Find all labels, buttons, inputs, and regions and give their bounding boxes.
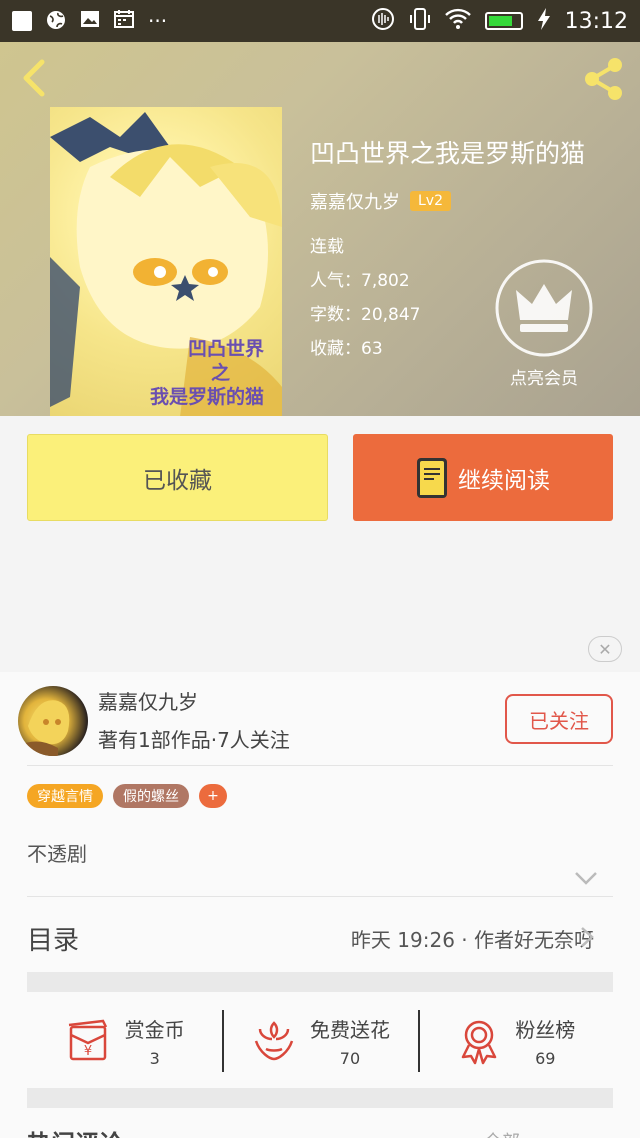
clock: 13:12 (564, 8, 628, 34)
continue-reading-button[interactable]: 继续阅读 (353, 434, 613, 521)
status-bar: ··· 13:12 (0, 0, 640, 42)
chevron-right-icon[interactable] (580, 926, 594, 948)
vip-button[interactable] (494, 258, 594, 358)
author-section: 嘉嘉仅九岁 著有1部作品·7人关注 已关注 穿越言情 假的螺丝 + 不透剧 目录… (0, 672, 640, 1138)
back-button[interactable] (16, 56, 56, 100)
author-name[interactable]: 嘉嘉仅九岁 (310, 188, 400, 214)
section-separator (27, 1088, 613, 1108)
medal-icon (462, 1020, 497, 1065)
back-arrow-icon (23, 59, 45, 97)
fan-ranking-button[interactable]: 粉丝榜 69 (417, 994, 613, 1088)
book-summary: 不透剧 (27, 842, 87, 866)
notification-icon (12, 11, 32, 31)
phone-vibrate-icon (409, 7, 431, 35)
divider (27, 896, 613, 897)
author-card-meta: 著有1部作品·7人关注 (98, 728, 290, 752)
book-icon (417, 457, 447, 498)
share-icon (585, 58, 622, 100)
wifi-icon (444, 8, 471, 34)
author-card-name[interactable]: 嘉嘉仅九岁 (98, 686, 198, 715)
tag[interactable]: 假的螺丝 (113, 784, 189, 808)
calendar-icon (114, 9, 134, 33)
vip-label: 点亮会员 (510, 369, 578, 389)
divider (27, 765, 613, 766)
book-cover[interactable]: 凹凸世界 之 我是罗斯的猫 (50, 107, 282, 416)
favorited-button[interactable]: 已收藏 (27, 434, 328, 521)
hot-comments-title: 热门评论 (27, 1124, 123, 1138)
catalog-title[interactable]: 目录 (27, 920, 79, 957)
book-title: 凹凸世界之我是罗斯的猫 (310, 139, 586, 168)
flower-icon (254, 1021, 294, 1061)
stat-label: 粉丝榜 (515, 1018, 576, 1042)
stat-label: 免费送花 (309, 1018, 390, 1042)
more-icon: ··· (148, 9, 168, 33)
tag-list: 穿越言情 假的螺丝 + (27, 784, 227, 808)
send-flowers-button[interactable]: 免费送花 70 (222, 994, 417, 1088)
all-comments-link[interactable]: 全部 (484, 1128, 520, 1138)
reward-coins-button[interactable]: ¥ 赏金币 3 (27, 994, 222, 1088)
avatar[interactable] (18, 686, 88, 756)
author-row: 嘉嘉仅九岁 Lv2 (310, 188, 451, 214)
chevron-down-icon[interactable] (574, 870, 598, 886)
latest-update[interactable]: 昨天 19:26 · 作者好无奈呀 (351, 924, 594, 953)
cover-title: 凹凸世界 之 我是罗斯的猫 (149, 338, 264, 408)
continue-reading-label: 继续阅读 (458, 467, 550, 494)
stat-value: 69 (535, 1049, 556, 1068)
stat-value: 3 (149, 1049, 160, 1068)
red-envelope-icon: ¥ (68, 1019, 107, 1061)
crown-icon (495, 259, 593, 357)
add-tag-button[interactable]: + (199, 784, 227, 808)
level-badge: Lv2 (410, 191, 451, 211)
book-header: 凹凸世界 之 我是罗斯的猫 凹凸世界之我是罗斯的猫 嘉嘉仅九岁 Lv2 连载 人… (0, 42, 640, 416)
avatar-image (18, 700, 70, 756)
follow-button[interactable]: 已关注 (505, 694, 613, 744)
stat-label: 赏金币 (124, 1018, 185, 1042)
popularity: 人气：7,802 (310, 271, 410, 291)
close-ad-button[interactable]: ✕ (588, 636, 622, 662)
section-separator (27, 972, 613, 992)
favorite-count: 收藏：63 (310, 339, 383, 359)
battery-icon (484, 12, 523, 30)
share-button[interactable] (578, 54, 628, 104)
svg-text:¥: ¥ (84, 1044, 92, 1059)
stat-value: 70 (339, 1049, 361, 1068)
serial-status: 连载 (310, 237, 344, 257)
globe-icon (46, 10, 66, 33)
charging-icon (537, 8, 551, 34)
image-icon (80, 9, 100, 33)
vibrate-icon (371, 7, 395, 35)
support-actions: ¥ 赏金币 3 免费送花 70 粉丝榜 69 (27, 994, 613, 1088)
word-count: 字数：20,847 (310, 305, 421, 325)
close-icon: ✕ (598, 639, 612, 659)
tag[interactable]: 穿越言情 (27, 784, 103, 808)
